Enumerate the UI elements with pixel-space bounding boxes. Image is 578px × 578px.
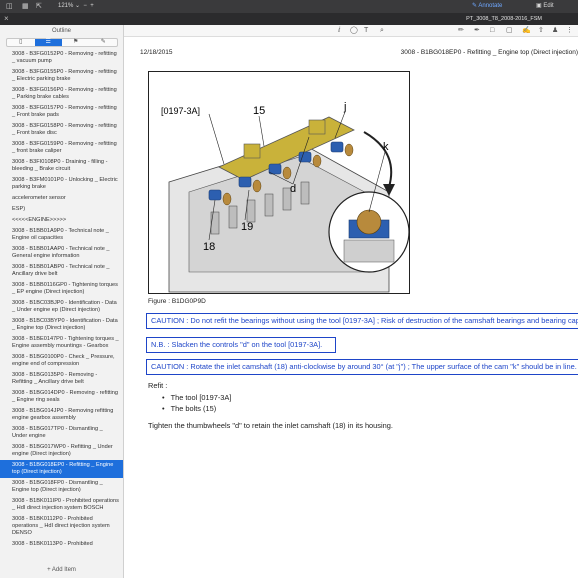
highlighter-icon[interactable]: ✒ [474, 26, 480, 36]
outline-item[interactable]: 3008 - B1BK0112P0 - Prohibited operation… [0, 514, 123, 539]
label-15: 15 [253, 105, 265, 117]
outline-list[interactable]: 3008 - B3FG0152P0 - Removing - refitting… [0, 49, 123, 563]
outline-item[interactable]: 3008 - B1BE0147P0 - Tightening torques _… [0, 334, 123, 352]
outline-item[interactable]: 3008 - B1BG014DP0 - Removing - refitting… [0, 388, 123, 406]
outline-item[interactable]: 3008 - B3FG0157P0 - Removing - refitting… [0, 103, 123, 121]
page-header-title: 3008 - B1BG018EP0 - Refitting _ Engine t… [400, 49, 578, 56]
refit-heading: Refit : [148, 381, 168, 390]
outline-item[interactable]: 3008 - B3FG0155P0 - Removing - refitting… [0, 67, 123, 85]
outline-item[interactable]: 3008 - B3FG0159P0 - Removing - refitting… [0, 139, 123, 157]
outline-item[interactable]: 3008 - B3FG0156P0 - Removing - refitting… [0, 85, 123, 103]
caution-box-2: CAUTION : Rotate the inlet camshaft (18)… [146, 359, 578, 375]
outline-item[interactable]: <<<<<ENGINE>>>>> [0, 215, 123, 226]
outline-item[interactable]: 3008 - B1BG018FP0 - Dismantling _ Engine… [0, 478, 123, 496]
add-item-button[interactable]: + Add Item [0, 566, 123, 574]
label-19: 19 [241, 221, 253, 233]
outline-item[interactable]: 3008 - B1BG0135P0 - Removing - Refitting… [0, 370, 123, 388]
sidebar-view-tabs: ▯ ☰ ⚑ ✎ [6, 38, 118, 47]
outline-item[interactable]: 3008 - B1BB01AAP0 - Technical note _ Gen… [0, 244, 123, 262]
outline-item[interactable]: accelerometer sensor [0, 193, 123, 204]
person-icon[interactable]: ♟ [552, 26, 558, 36]
caution-box-1: CAUTION : Do not refit the bearings with… [146, 313, 578, 329]
signature-icon[interactable]: ✍ [522, 26, 531, 36]
text-cursor-icon[interactable]: ⅈ [338, 26, 340, 36]
lasso-icon[interactable]: ◯ [350, 26, 358, 36]
app-toolbar: ◫ ▦ ⇱ 121% ⌄ − + ✎ Annotate ▣ Edit [0, 0, 578, 13]
grid-view-icon[interactable]: ▦ [22, 2, 29, 11]
annotations-tab-icon[interactable]: ✎ [90, 39, 118, 46]
label-j: j [343, 101, 346, 113]
bookmarks-tab-icon[interactable]: ⚑ [62, 39, 90, 46]
outline-item[interactable]: 3008 - B1BB01A9P0 - Technical note _ Eng… [0, 226, 123, 244]
outline-item[interactable]: 3008 - B1BG017TP0 - Dismantling _ Under … [0, 424, 123, 442]
thumbnails-tab-icon[interactable]: ▯ [7, 39, 35, 46]
tool-label: [0197-3A] [161, 106, 200, 116]
figure-caption: Figure : B1DG0P9D [148, 298, 206, 305]
label-d: d [290, 183, 296, 195]
tab-bar: × PT_3008_T8_2008-2016_FSM [0, 13, 578, 25]
engine-diagram: [0197-3A] 15 j k d 19 18 [148, 71, 410, 294]
outline-title: Outline [51, 28, 71, 34]
outline-item[interactable]: 3008 - B1BG0100P0 - Check _ Pressure, en… [0, 352, 123, 370]
note-box: N.B. : Slacken the controls "d" on the t… [146, 337, 336, 353]
outline-item[interactable]: 3008 - B3FG0152P0 - Removing - refitting… [0, 49, 123, 67]
tighten-instruction: Tighten the thumbwheels "d" to retain th… [148, 421, 393, 430]
outline-item[interactable]: 3008 - B3FI0108P0 - Draining - filling -… [0, 157, 123, 175]
comment-icon[interactable]: □ [490, 26, 494, 36]
engine-illustration: [0197-3A] 15 j k d 19 18 [161, 101, 409, 293]
outline-item[interactable]: 3008 - B1BG018EP0 - Refitting _ Engine t… [0, 460, 123, 478]
refit-list: The tool [0197-3A] The bolts (15) [170, 392, 232, 414]
edit-button[interactable]: ▣ Edit [536, 2, 554, 11]
outline-tab-icon[interactable]: ☰ [34, 39, 62, 46]
sidebar-toggle-icon[interactable]: ◫ [6, 2, 13, 11]
outline-item[interactable]: 3008 - B1BC03BYP0 - Identification - Dat… [0, 316, 123, 334]
document-tab-title[interactable]: PT_3008_T8_2008-2016_FSM [0, 15, 578, 23]
outline-item[interactable]: 3008 - B1BG017WP0 - Refitting _ Under en… [0, 442, 123, 460]
label-k: k [383, 141, 389, 153]
search-icon[interactable]: ⌕ [380, 26, 384, 36]
upload-icon[interactable]: ⇧ [538, 26, 544, 36]
outline-item[interactable]: 3008 - B3FG0158P0 - Removing - refitting… [0, 121, 123, 139]
page-date: 12/18/2015 [140, 49, 173, 56]
outline-item[interactable]: 3008 - B1BC03BJP0 - Identification - Dat… [0, 298, 123, 316]
outline-item[interactable]: 3008 - B1BK011IP0 - Prohibited operation… [0, 496, 123, 514]
share-icon[interactable]: ⇱ [36, 2, 42, 11]
outline-sidebar: Outline ▯ ☰ ⚑ ✎ 3008 - B3FG0152P0 - Remo… [0, 25, 124, 578]
outline-item[interactable]: 3008 - B1BK0113P0 - Prohibited [0, 539, 123, 550]
label-18: 18 [203, 241, 215, 253]
text-tool-icon[interactable]: T [364, 26, 368, 36]
refit-item: The tool [0197-3A] [170, 392, 232, 403]
document-toolbar: ⅈ ◯ T ⌕ ✏ ✒ □ ▢ ✍ ⇧ ♟ ⋮ [124, 25, 578, 37]
outline-item[interactable]: 3008 - B1BG014JP0 - Removing refitting e… [0, 406, 123, 424]
outline-item[interactable]: ESP) [0, 204, 123, 215]
refit-item: The bolts (15) [170, 403, 231, 414]
pen-icon[interactable]: ✏ [458, 26, 464, 36]
more-icon[interactable]: ⋮ [566, 26, 573, 36]
outline-item[interactable]: 3008 - B3FM0101P0 - Unlocking _ Electric… [0, 175, 123, 193]
zoom-level[interactable]: 121% ⌄ − + [58, 2, 94, 11]
annotate-button[interactable]: ✎ Annotate [472, 2, 502, 11]
outline-item[interactable]: 3008 - B1BB01ABP0 - Technical note _ Anc… [0, 262, 123, 280]
shapes-icon[interactable]: ▢ [506, 26, 513, 36]
document-page: 12/18/2015 3008 - B1BG018EP0 - Refitting… [124, 37, 578, 578]
outline-item[interactable]: 3008 - B1BB0116GP0 - Tightening torques … [0, 280, 123, 298]
